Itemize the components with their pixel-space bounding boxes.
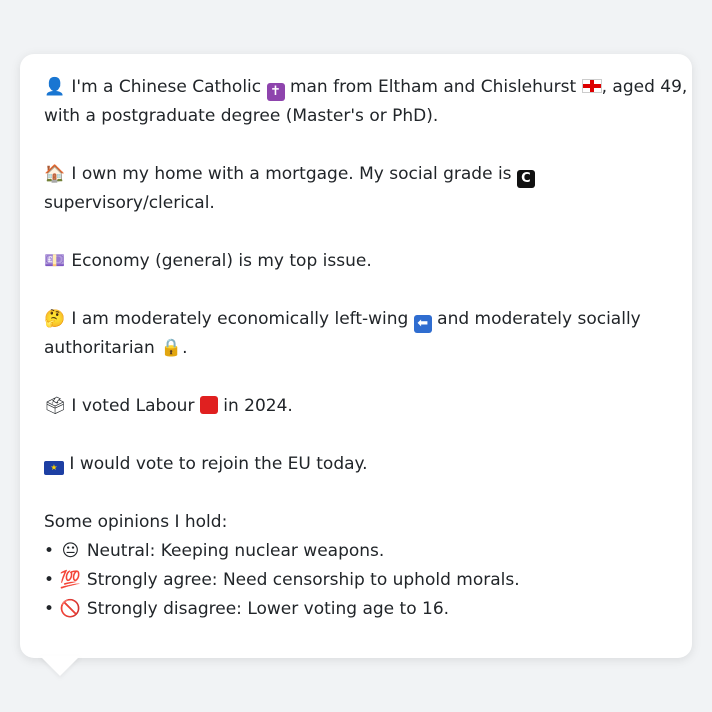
identity-paragraph: 👤 I'm a Chinese Catholic ✝ man from Elth…: [44, 73, 687, 131]
list-item: • 💯 Strongly agree: Need censorship to u…: [44, 566, 668, 595]
identity-text-2: man from Eltham and Chislehurst: [289, 77, 577, 97]
housing-text: I own my home with a mortgage. My social…: [71, 164, 512, 184]
england-flag-icon: [581, 79, 602, 93]
neutral-face-icon: 😐: [61, 541, 80, 561]
ideology-text-3: authoritarian: [44, 338, 155, 358]
house-icon: 🏠: [44, 164, 66, 184]
ballot-box-icon: 🗳: [44, 396, 66, 416]
person-silhouette-icon: 👤: [44, 77, 66, 97]
prohibited-icon: 🚫: [59, 599, 82, 619]
issue-text: Economy (general) is my top issue.: [71, 251, 372, 271]
list-item: • 😐 Neutral: Keeping nuclear weapons.: [44, 537, 668, 566]
opinion-text: Strongly agree: Need censorship to uphol…: [86, 570, 520, 590]
bubble-tail: [40, 656, 80, 676]
bullet: •: [44, 599, 55, 619]
issue-paragraph: 💷 Economy (general) is my top issue.: [44, 247, 668, 276]
lock-icon: 🔒: [160, 338, 182, 358]
red-square-icon: [199, 396, 218, 414]
ideology-text-2: and moderately socially: [437, 309, 641, 329]
banknote-icon: 💷: [44, 251, 66, 271]
eu-paragraph: ★ I would vote to rejoin the EU today.: [44, 450, 668, 479]
list-item: • 🚫 Strongly disagree: Lower voting age …: [44, 595, 668, 624]
ideology-text-1: I am moderately economically left-wing: [71, 309, 409, 329]
social-grade-text: supervisory/clerical.: [44, 193, 215, 213]
eu-flag-icon: ★: [44, 461, 64, 475]
housing-paragraph: 🏠 I own my home with a mortgage. My soci…: [44, 160, 668, 218]
vote-text-1: I voted Labour: [71, 396, 195, 416]
eu-text: I would vote to rejoin the EU today.: [69, 454, 368, 474]
ideology-text-end: .: [182, 338, 188, 358]
bullet: •: [44, 541, 55, 561]
vote-text-2: in 2024.: [223, 396, 293, 416]
opinion-text: Strongly disagree: Lower voting age to 1…: [86, 599, 450, 619]
left-arrow-icon: ⬅: [413, 315, 432, 333]
thinking-face-icon: 🤔: [44, 309, 66, 329]
ideology-paragraph: 🤔 I am moderately economically left-wing…: [44, 305, 668, 363]
hundred-points-icon: 💯: [59, 570, 82, 590]
identity-text-3: , aged 49,: [601, 77, 688, 97]
identity-text-1: I'm a Chinese Catholic: [71, 77, 262, 97]
chat-message-bubble: 👤 I'm a Chinese Catholic ✝ man from Elth…: [20, 54, 692, 658]
opinions-heading: Some opinions I hold:: [44, 512, 228, 532]
opinions-section: Some opinions I hold: • 😐 Neutral: Keepi…: [44, 508, 668, 624]
education-text: with a postgraduate degree (Master's or …: [44, 106, 439, 126]
latin-cross-icon: ✝: [266, 83, 285, 101]
bullet: •: [44, 570, 55, 590]
letter-c-icon: C: [516, 170, 535, 188]
opinion-text: Neutral: Keeping nuclear weapons.: [86, 541, 385, 561]
vote-paragraph: 🗳 I voted Labour in 2024.: [44, 392, 668, 421]
